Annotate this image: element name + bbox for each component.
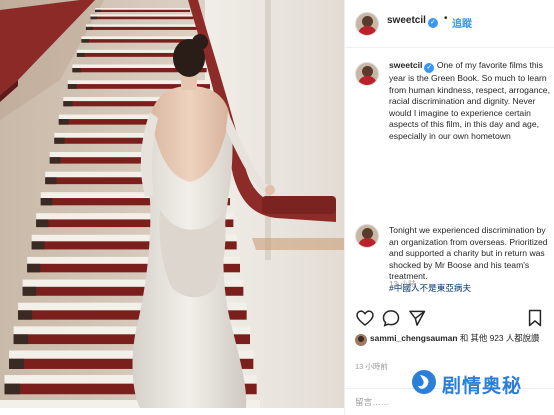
verified-badge-icon: ✓ — [427, 18, 438, 28]
stair-tread — [95, 8, 190, 10]
author-username[interactable]: sweetcil ✓ — [387, 15, 438, 28]
stair-edge — [27, 263, 41, 273]
stair-edge — [63, 101, 73, 107]
author-avatar[interactable] — [355, 12, 379, 36]
stair-edge — [13, 334, 29, 345]
stair-edge — [22, 286, 37, 296]
stair-carpet — [85, 26, 197, 30]
stair-edge — [45, 177, 57, 185]
stair-edge — [58, 119, 69, 125]
likes-count-text[interactable]: 和 其他 923 人都說讚 — [458, 333, 540, 343]
heart-icon[interactable] — [355, 308, 375, 328]
site-watermark: 剧情奥秘 — [410, 368, 550, 398]
post-side-panel: sweetcil ✓ • 追蹤 sweetcil ✓ One of my favor… — [344, 0, 554, 415]
post-timestamp: 13 小時前 — [355, 362, 388, 371]
post-actions — [345, 308, 554, 330]
stair-edge — [54, 137, 65, 144]
caption-author-avatar-2[interactable] — [355, 224, 379, 248]
caption-username[interactable]: sweetcil — [389, 60, 422, 70]
staircase-dress-photo — [0, 0, 344, 408]
comment-bubble-icon[interactable] — [381, 308, 401, 328]
likes-text: sammi_chengsauman 和 其他 923 人都說讚 — [370, 333, 550, 344]
caption-author-avatar[interactable] — [355, 62, 379, 86]
stair-edge — [40, 198, 53, 206]
stair-edge — [9, 358, 25, 369]
stair-edge — [49, 157, 61, 164]
stair-edge — [4, 383, 21, 395]
caption-text-1: One of my favorite films this year is th… — [389, 60, 550, 141]
likes-summary: sammi_chengsauman 和 其他 923 人都說讚 — [355, 333, 551, 361]
caption-paragraph-1: sweetcil ✓ One of my favorite films this … — [389, 60, 551, 143]
stair-tread — [85, 24, 197, 27]
instagram-post-frame: sweetcil ✓ • 追蹤 sweetcil ✓ One of my favor… — [0, 0, 554, 415]
watermark-logo-icon — [412, 370, 436, 394]
liker-username[interactable]: sammi_chengsauman — [370, 333, 458, 343]
stair-carpet — [90, 16, 194, 20]
stair-carpet — [95, 9, 190, 12]
caption-text-2: Tonight we experienced discrimination by… — [389, 225, 548, 282]
stair-edge — [85, 26, 93, 30]
separator-dot: • — [444, 13, 448, 24]
stair-edge — [18, 310, 33, 320]
stair-edge — [76, 52, 85, 57]
watermark-text: 剧情奥秘 — [442, 375, 523, 397]
stair-edge — [81, 39, 89, 43]
stair-edge — [72, 67, 81, 73]
stair-edge — [36, 219, 49, 228]
follow-button[interactable]: 追蹤 — [452, 15, 472, 30]
stair-edge — [90, 16, 97, 20]
bookmark-icon[interactable] — [525, 308, 545, 328]
share-arrow-icon[interactable] — [407, 308, 427, 328]
post-photo[interactable] — [0, 0, 344, 408]
post-header: sweetcil ✓ • 追蹤 — [345, 0, 554, 48]
stair-edge — [95, 9, 101, 12]
caption-time: 13 小時 — [389, 280, 417, 289]
liker-avatar[interactable] — [355, 334, 367, 346]
caption-verified-badge-icon: ✓ — [424, 63, 435, 73]
stair-tread — [81, 36, 200, 40]
stair-edge — [31, 241, 45, 250]
stair-edge — [67, 84, 77, 89]
stair-tread — [90, 14, 194, 17]
